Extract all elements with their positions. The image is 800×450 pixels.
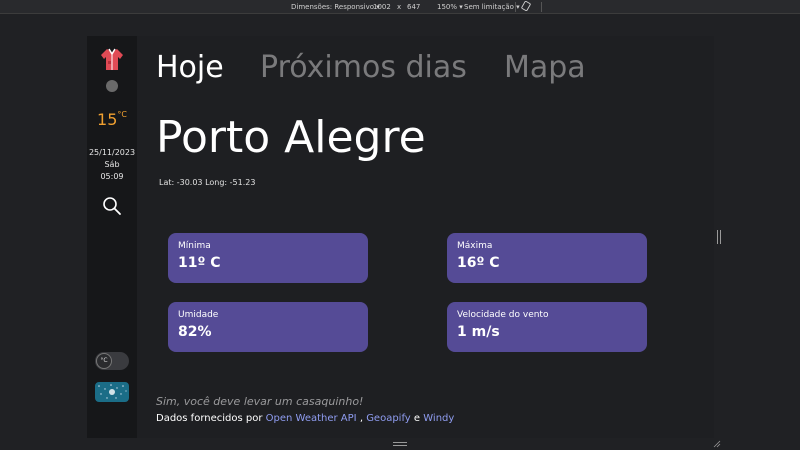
credits-separator: , [356,413,367,424]
dimensions-dropdown[interactable]: Dimensões: Responsivo [291,3,380,11]
current-time: 05:09 [100,172,124,181]
toolbar-divider [541,2,542,12]
resize-handle-bottom[interactable] [393,442,407,446]
card-label: Mínima [178,241,211,251]
current-date: 25/11/2023 [88,148,136,157]
status-indicator [106,80,118,92]
search-icon[interactable] [102,196,122,216]
card-value: 82% [178,324,212,340]
current-temperature: 15°C [87,110,137,129]
link-open-weather-api[interactable]: Open Weather API [266,413,357,424]
credits-prefix: Dados fornecidos por [156,413,266,424]
height-input[interactable]: 647 [407,3,420,11]
card-label: Máxima [457,241,493,251]
card-min-temperature: Mínima 11º C [168,233,368,283]
night-sky-icon [98,384,127,399]
toolbar-divider [515,2,516,12]
zoom-dropdown[interactable]: 150% [437,3,463,11]
tab-mapa[interactable]: Mapa [504,50,586,85]
weather-app: 15°C 25/11/2023 Sáb 05:09 °C Hoje Próxim… [87,36,714,438]
card-wind-speed: Velocidade do vento 1 m/s [447,302,647,352]
card-humidity: Umidade 82% [168,302,368,352]
tab-hoje[interactable]: Hoje [156,50,224,85]
current-weekday: Sáb [104,160,120,169]
unit-toggle-knob: °C [96,353,112,369]
data-credits: Dados fornecidos por Open Weather API , … [156,413,454,424]
theme-toggle-button[interactable] [95,382,129,402]
sidebar: 15°C 25/11/2023 Sáb 05:09 °C [87,36,137,438]
city-name: Porto Alegre [156,112,426,163]
resize-corner-icon[interactable] [713,440,721,448]
link-windy[interactable]: Windy [423,413,454,424]
credits-separator: e [410,413,424,424]
resize-handle-right[interactable] [717,230,721,244]
card-value: 1 m/s [457,324,500,340]
temperature-value: 15 [97,110,118,129]
card-label: Umidade [178,310,219,320]
devtools-device-toolbar: Dimensões: Responsivo 1002 x 647 150% Se… [0,0,800,14]
link-geoapify[interactable]: Geoapify [366,413,411,424]
card-value: 11º C [178,255,221,271]
card-label: Velocidade do vento [457,310,549,320]
card-value: 16º C [457,255,500,271]
temperature-unit: °C [117,110,127,119]
jacket-logo-icon [101,48,123,70]
unit-toggle[interactable]: °C [95,352,129,370]
jacket-tip: Sim, você deve levar um casaquinho! [156,395,364,408]
card-max-temperature: Máxima 16º C [447,233,647,283]
width-input[interactable]: 1002 [373,3,391,11]
throttle-dropdown[interactable]: Sem limitação [464,3,520,11]
coordinates: Lat: -30.03 Long: -51.23 [159,178,256,187]
rotate-icon[interactable] [521,0,531,13]
times-sign: x [397,3,402,11]
tab-proximos-dias[interactable]: Próximos dias [260,50,467,85]
